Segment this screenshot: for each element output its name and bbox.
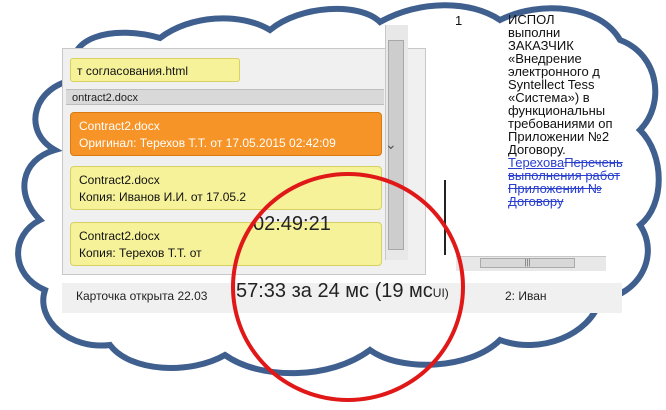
status-opened-text: Карточка открыта 22.03 [76, 289, 208, 303]
file-info: Оригинал: Терехов Т.Т. от 17.05.2015 02:… [79, 136, 336, 150]
text-line: Договору [508, 195, 658, 208]
paragraph-number: 1 [455, 13, 463, 28]
grip-icon[interactable]: ||| [480, 258, 575, 268]
list-item-html-file[interactable]: т согласования.html [70, 58, 240, 82]
group-header[interactable]: ontract2.docx [66, 89, 384, 105]
chevron-down-icon[interactable]: ⌄ [385, 136, 397, 153]
highlight-circle [231, 172, 465, 402]
deleted-text: Договору [508, 194, 564, 209]
list-item-original[interactable]: Contract2.docx Оригинал: Терехов Т.Т. от… [70, 112, 382, 156]
status-user-text: 2: Иван [505, 289, 547, 303]
file-name: Contract2.docx [79, 119, 160, 133]
document-text: ИСПОЛ выполни ЗАКАЗЧИК «Внедрение электр… [508, 13, 658, 208]
